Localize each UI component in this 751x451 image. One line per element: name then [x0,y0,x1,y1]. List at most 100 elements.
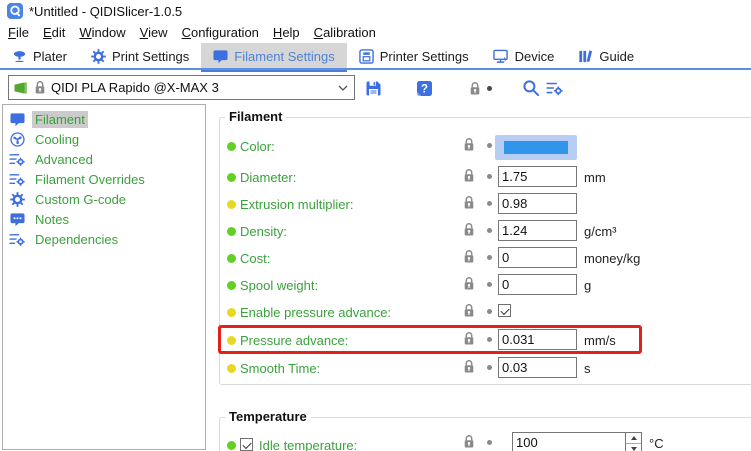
idle-temperature-spinner[interactable]: 100 [512,432,642,451]
search-button[interactable] [521,78,541,98]
lock-icon[interactable] [463,276,475,291]
list-gear-icon [9,172,25,187]
menu-help[interactable]: Help [266,23,307,42]
notes-icon [9,212,25,227]
lock-icon[interactable] [463,168,475,183]
menu-configuration[interactable]: Configuration [175,23,266,42]
system-value-bullet [227,441,236,450]
filament-bubble-icon [9,112,25,127]
idle-temperature-checkbox[interactable] [240,438,253,451]
preset-combobox[interactable]: QIDI PLA Rapido @X-MAX 3 [8,75,355,100]
revert-dot[interactable] [487,174,492,179]
revert-dot[interactable] [487,143,492,148]
color-picker-field[interactable] [495,135,577,160]
revert-dot[interactable] [487,309,492,314]
spin-down-button[interactable] [626,444,641,451]
smooth-time-input[interactable] [498,357,577,378]
printer-icon [359,49,374,64]
menu-window[interactable]: Window [72,23,132,42]
density-input[interactable] [498,220,577,241]
param-label-enable-pressure-advance: Enable pressure advance: [240,305,391,320]
settings-page-list: Filament Cooling Advanced Filament Overr… [2,104,206,450]
sidebar-item-custom-gcode[interactable]: Custom G-code [3,189,205,209]
sidebar-item-label: Cooling [32,131,82,148]
device-icon [493,49,509,64]
revert-dot[interactable] [487,365,492,370]
save-preset-button[interactable] [363,78,383,98]
lock-icon[interactable] [463,249,475,264]
lock-icon[interactable] [463,222,475,237]
revert-dot[interactable] [487,201,492,206]
svg-text:?: ? [420,83,427,95]
tab-guide[interactable]: Guide [566,43,646,70]
main-tab-bar: Plater Print Settings Filament Settings … [0,43,751,70]
list-gear-icon [9,232,25,247]
lock-settings-button[interactable] [465,78,485,98]
menu-calibration[interactable]: Calibration [307,23,383,42]
menu-bar: File Edit Window View Configuration Help… [0,22,751,43]
system-value-bullet [227,281,236,290]
sidebar-item-filament[interactable]: Filament [3,109,205,129]
plater-icon [12,49,27,64]
unit-label: g [584,278,591,293]
chevron-down-icon[interactable] [338,85,348,91]
tab-printer-settings[interactable]: Printer Settings [347,43,481,70]
compare-presets-button[interactable] [544,78,564,98]
sidebar-item-label: Dependencies [32,231,121,248]
menu-file[interactable]: File [1,23,36,42]
lock-icon[interactable] [463,434,475,449]
group-title: Temperature [225,409,311,424]
menu-edit[interactable]: Edit [36,23,72,42]
tab-device[interactable]: Device [481,43,567,70]
param-label-extrusion-multiplier: Extrusion multiplier: [240,197,353,212]
unit-label: money/kg [584,251,640,266]
lock-icon[interactable] [463,303,475,318]
gear-icon [9,192,25,207]
sidebar-item-advanced[interactable]: Advanced [3,149,205,169]
param-label-density: Density: [240,224,287,239]
unit-label: g/cm³ [584,224,617,239]
sidebar-item-notes[interactable]: Notes [3,209,205,229]
revert-dot[interactable] [487,282,492,287]
lock-icon[interactable] [463,137,475,152]
settings-panel: Filament Color: Diameter: mm Extrusion m… [207,104,751,451]
lock-icon [34,80,46,95]
spin-up-button[interactable] [626,433,641,444]
lock-icon [469,81,481,96]
param-label-smooth-time: Smooth Time: [240,361,320,376]
enable-pressure-advance-checkbox[interactable] [498,304,511,317]
diameter-input[interactable] [498,166,577,187]
lock-icon[interactable] [463,331,475,346]
value-revert-dot[interactable] [487,86,492,91]
sidebar-item-label: Filament Overrides [32,171,148,188]
tab-label: Printer Settings [380,49,469,64]
revert-dot[interactable] [487,255,492,260]
menu-view[interactable]: View [133,23,175,42]
sidebar-item-filament-overrides[interactable]: Filament Overrides [3,169,205,189]
revert-dot[interactable] [487,337,492,342]
filament-spool-icon [14,82,29,94]
sidebar-item-dependencies[interactable]: Dependencies [3,229,205,249]
fan-icon [9,132,25,147]
help-button[interactable]: ? [414,78,434,98]
tab-filament-settings[interactable]: Filament Settings [201,43,346,70]
cost-input[interactable] [498,247,577,268]
tab-plater[interactable]: Plater [0,43,79,70]
lock-icon[interactable] [463,359,475,374]
system-value-bullet [227,142,236,151]
modified-value-bullet [227,308,236,317]
list-gear-icon [546,81,563,96]
param-label-diameter: Diameter: [240,170,296,185]
extrusion-multiplier-input[interactable] [498,193,577,214]
spool-weight-input[interactable] [498,274,577,295]
revert-dot[interactable] [487,228,492,233]
list-gear-icon [9,152,25,167]
revert-dot[interactable] [487,440,492,445]
sidebar-item-cooling[interactable]: Cooling [3,129,205,149]
lock-icon[interactable] [463,195,475,210]
save-icon [365,80,382,97]
tab-print-settings[interactable]: Print Settings [79,43,201,70]
param-label-idle-temperature: Idle temperature: [259,438,357,451]
tab-label: Plater [33,49,67,64]
pressure-advance-input[interactable] [498,329,577,350]
